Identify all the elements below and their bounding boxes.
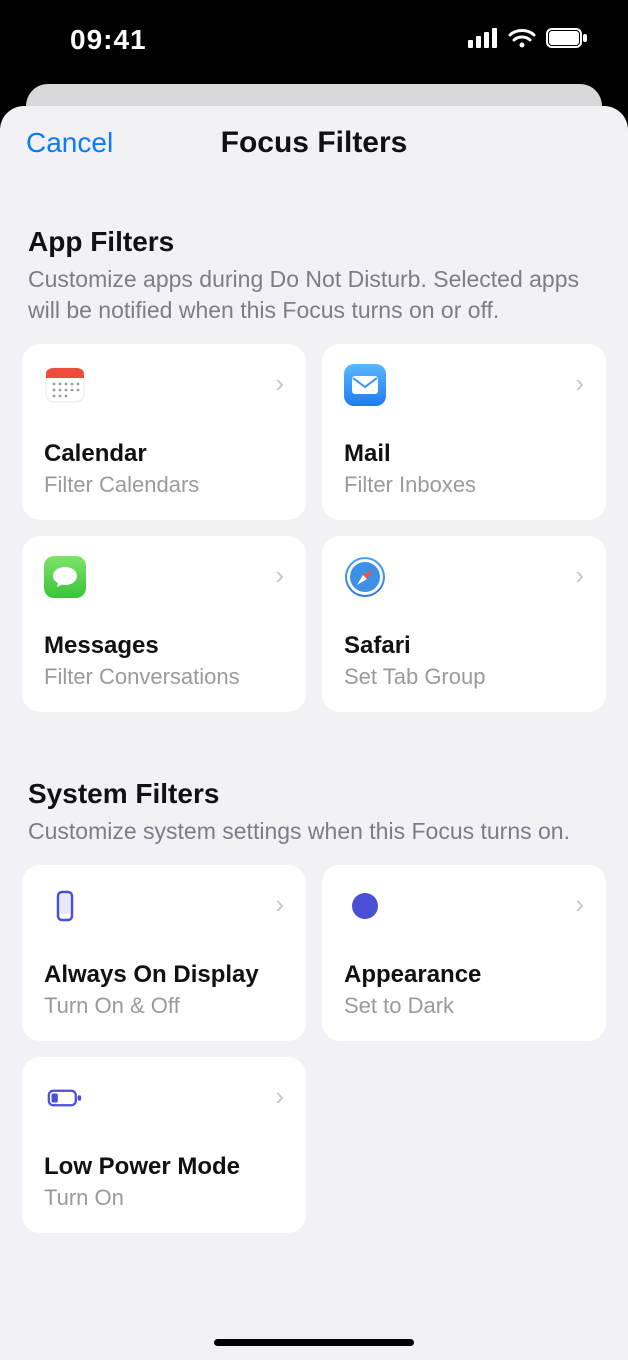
- filter-card-safari[interactable]: › Safari Set Tab Group: [322, 536, 606, 712]
- mail-icon: [344, 364, 386, 406]
- status-bar: 09:41: [0, 0, 628, 80]
- chevron-right-icon: ›: [275, 889, 284, 920]
- phone-icon: [44, 885, 86, 927]
- card-subtitle: Filter Conversations: [44, 664, 284, 690]
- filter-card-always-on-display[interactable]: › Always On Display Turn On & Off: [22, 865, 306, 1041]
- app-filters-section: App Filters Customize apps during Do Not…: [0, 226, 628, 712]
- filter-card-messages[interactable]: › Messages Filter Conversations: [22, 536, 306, 712]
- safari-icon: [344, 556, 386, 598]
- cancel-button[interactable]: Cancel: [26, 127, 113, 159]
- device-frame: 09:41 Cancel Focus Filters App Filters C…: [0, 0, 628, 1360]
- app-filters-header: App Filters Customize apps during Do Not…: [22, 226, 606, 326]
- card-title: Low Power Mode: [44, 1153, 284, 1181]
- chevron-right-icon: ›: [275, 368, 284, 399]
- app-filters-title: App Filters: [28, 226, 600, 258]
- card-title: Mail: [344, 440, 584, 468]
- chevron-right-icon: ›: [575, 368, 584, 399]
- card-subtitle: Filter Inboxes: [344, 472, 584, 498]
- chevron-right-icon: ›: [275, 1081, 284, 1112]
- app-filters-grid: › Calendar Filter Calendars: [22, 344, 606, 712]
- card-title: Always On Display: [44, 961, 284, 989]
- calendar-icon: [44, 364, 86, 406]
- card-title: Appearance: [344, 961, 584, 989]
- modal-sheet: Cancel Focus Filters App Filters Customi…: [0, 106, 628, 1360]
- card-subtitle: Turn On: [44, 1185, 284, 1211]
- chevron-right-icon: ›: [575, 889, 584, 920]
- system-filters-desc: Customize system settings when this Focu…: [28, 816, 600, 847]
- appearance-icon: [344, 885, 386, 927]
- card-subtitle: Set to Dark: [344, 993, 584, 1019]
- card-title: Messages: [44, 632, 284, 660]
- messages-icon: [44, 556, 86, 598]
- filter-card-mail[interactable]: › Mail Filter Inboxes: [322, 344, 606, 520]
- cellular-icon: [468, 28, 498, 53]
- battery-icon: [546, 28, 588, 53]
- chevron-right-icon: ›: [275, 560, 284, 591]
- nav-bar: Cancel Focus Filters: [0, 106, 628, 180]
- card-title: Calendar: [44, 440, 284, 468]
- filter-card-calendar[interactable]: › Calendar Filter Calendars: [22, 344, 306, 520]
- status-indicators: [468, 28, 588, 53]
- app-filters-desc: Customize apps during Do Not Disturb. Se…: [28, 264, 600, 326]
- card-subtitle: Turn On & Off: [44, 993, 284, 1019]
- filter-card-appearance[interactable]: › Appearance Set to Dark: [322, 865, 606, 1041]
- status-time: 09:41: [70, 24, 147, 56]
- filter-card-low-power-mode[interactable]: › Low Power Mode Turn On: [22, 1057, 306, 1233]
- page-title: Focus Filters: [221, 126, 408, 160]
- card-title: Safari: [344, 632, 584, 660]
- system-filters-grid: › Always On Display Turn On & Off ›: [22, 865, 606, 1233]
- card-subtitle: Set Tab Group: [344, 664, 584, 690]
- system-filters-title: System Filters: [28, 778, 600, 810]
- home-indicator[interactable]: [214, 1339, 414, 1346]
- system-filters-section: System Filters Customize system settings…: [0, 778, 628, 1233]
- chevron-right-icon: ›: [575, 560, 584, 591]
- system-filters-header: System Filters Customize system settings…: [22, 778, 606, 847]
- wifi-icon: [508, 28, 536, 53]
- card-subtitle: Filter Calendars: [44, 472, 284, 498]
- battery-low-icon: [44, 1077, 86, 1119]
